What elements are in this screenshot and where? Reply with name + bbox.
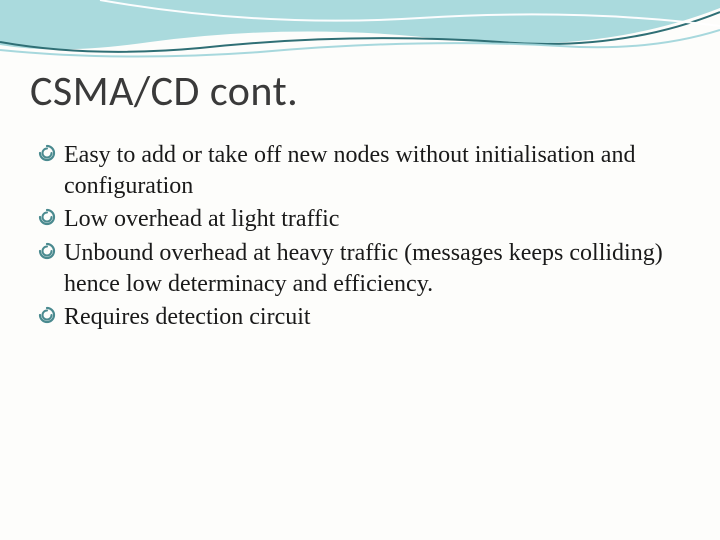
list-item: Requires detection circuit — [38, 302, 680, 333]
bullet-text: Unbound overhead at heavy traffic (messa… — [64, 240, 663, 297]
bullet-icon — [38, 207, 56, 233]
slide-title: CSMA/CD cont. — [30, 66, 298, 117]
bullet-text: Requires detection circuit — [64, 304, 311, 330]
bullet-text: Low overhead at light traffic — [64, 206, 339, 232]
list-item: Low overhead at light traffic — [38, 204, 680, 235]
bullet-icon — [38, 241, 56, 267]
bullet-text: Easy to add or take off new nodes withou… — [64, 142, 635, 199]
list-item: Unbound overhead at heavy traffic (messa… — [38, 238, 680, 300]
content-area: Easy to add or take off new nodes withou… — [38, 140, 680, 335]
bullet-icon — [38, 305, 56, 331]
list-item: Easy to add or take off new nodes withou… — [38, 140, 680, 202]
bullet-icon — [38, 143, 56, 169]
